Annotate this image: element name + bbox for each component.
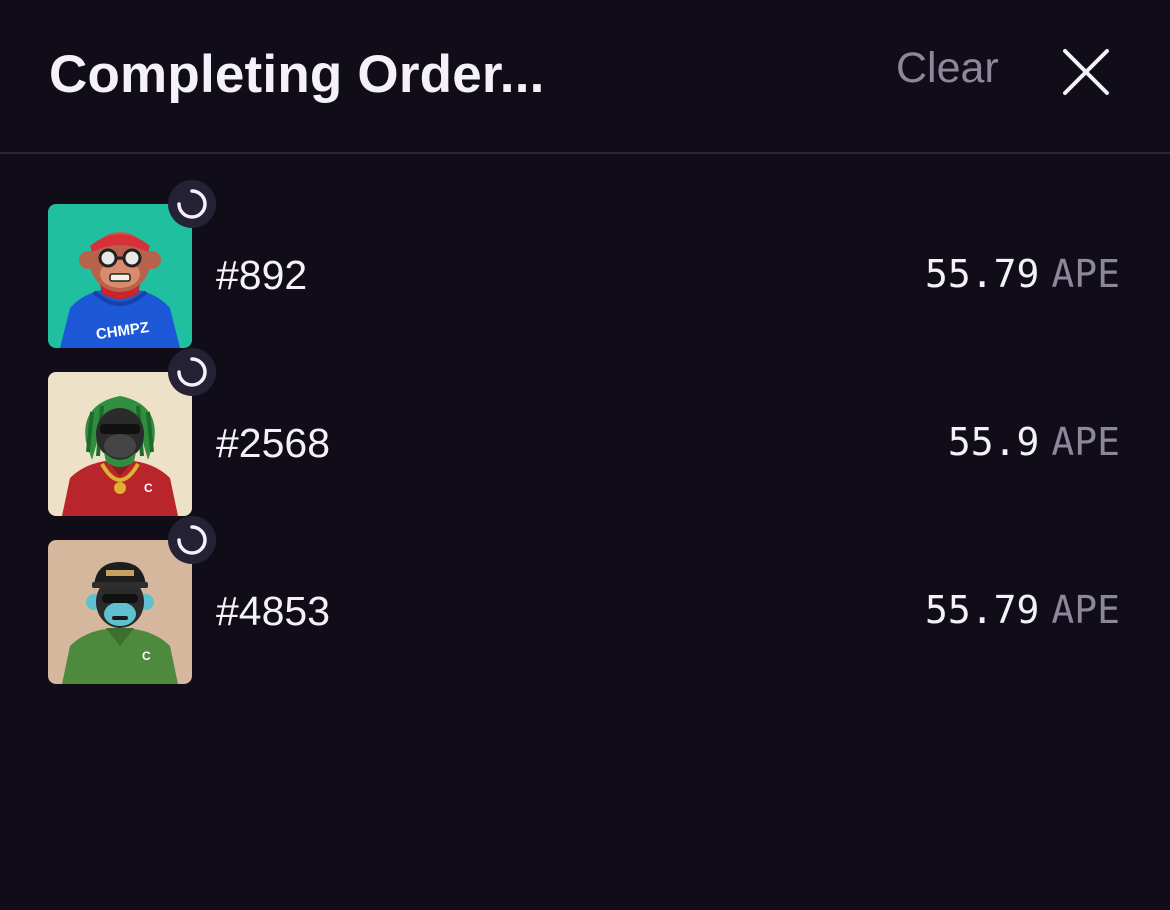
order-item[interactable]: C #2568 55.9 APE xyxy=(0,348,1170,516)
price-amount: 55.79 xyxy=(924,588,1040,632)
page-title: Completing Order... xyxy=(49,45,545,104)
token-id: #2568 xyxy=(216,420,331,466)
price-currency: APE xyxy=(1051,420,1120,464)
price-currency: APE xyxy=(1051,252,1120,296)
item-price: 55.79 APE xyxy=(925,252,1120,296)
loading-spinner-icon xyxy=(168,516,216,564)
token-id: #892 xyxy=(216,252,308,298)
price-amount: 55.79 xyxy=(924,252,1040,296)
token-id: #4853 xyxy=(216,588,331,634)
close-button[interactable] xyxy=(1058,44,1114,100)
order-item[interactable]: CHMPZ #892 55.79 APE xyxy=(0,180,1170,348)
close-icon xyxy=(1063,49,1109,95)
price-amount: 55.9 xyxy=(947,420,1040,464)
svg-text:C: C xyxy=(142,649,151,663)
nft-thumbnail-wrap: C xyxy=(48,516,216,684)
nft-thumbnail-wrap: C xyxy=(48,348,216,516)
loading-spinner-icon xyxy=(168,348,216,396)
item-price: 55.79 APE xyxy=(925,588,1120,632)
price-currency: APE xyxy=(1051,588,1120,632)
loading-spinner-icon xyxy=(168,180,216,228)
item-price: 55.9 APE xyxy=(948,420,1120,464)
clear-button[interactable]: Clear xyxy=(896,44,999,93)
order-item[interactable]: C #4853 55.79 APE xyxy=(0,516,1170,684)
svg-text:C: C xyxy=(144,481,153,495)
nft-thumbnail-wrap: CHMPZ xyxy=(48,180,216,348)
order-header: Completing Order... Clear xyxy=(0,0,1170,154)
